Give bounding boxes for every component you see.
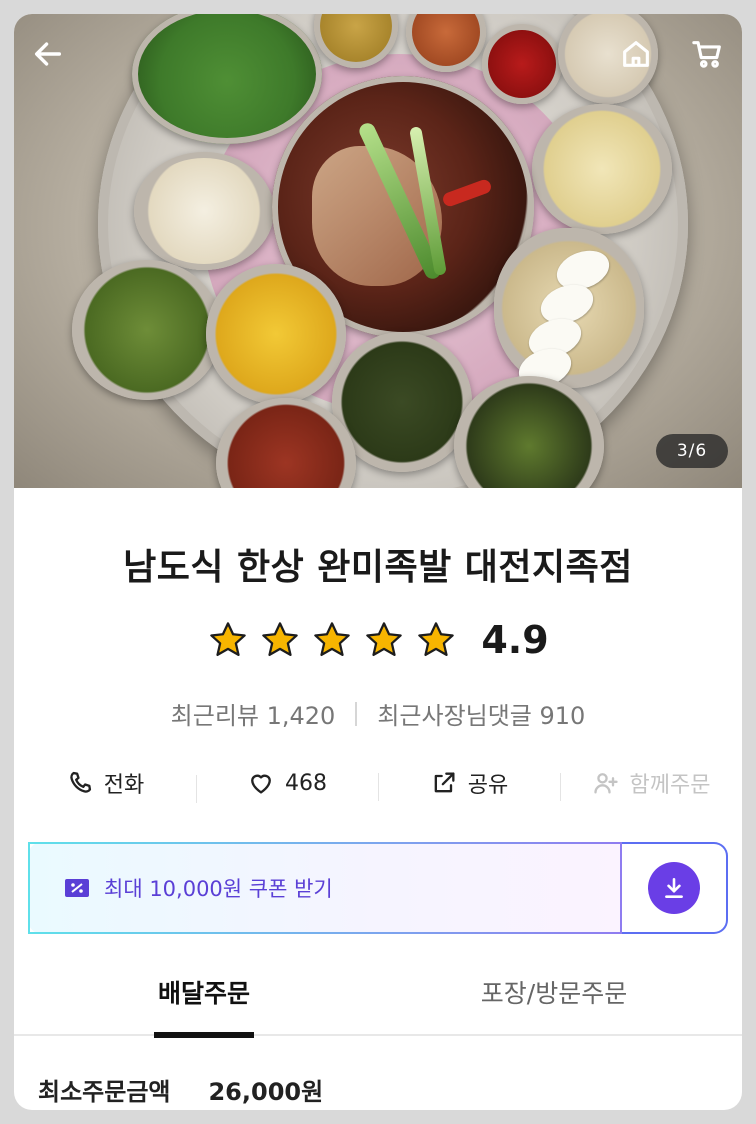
phone-icon xyxy=(70,771,91,793)
heart-icon xyxy=(251,774,271,794)
star-icon xyxy=(418,622,455,657)
recent-reviews-link[interactable]: 최근리뷰 1,420 xyxy=(171,696,336,731)
coupon-download-button[interactable] xyxy=(622,842,728,934)
home-icon xyxy=(623,41,649,67)
tab-delivery[interactable]: 배달주문 xyxy=(134,974,274,1038)
share-icon xyxy=(434,772,455,793)
store-name: 남도식 한상 완미족발 대전지족점 xyxy=(123,547,633,588)
download-icon xyxy=(665,878,683,898)
favorite-count: 468 xyxy=(285,770,327,796)
group-order-button[interactable]: 함께주문 xyxy=(560,767,742,801)
favorite-button[interactable]: 468 xyxy=(196,769,378,803)
download-circle xyxy=(648,862,700,914)
add-person-icon xyxy=(593,773,618,794)
call-label: 전화 xyxy=(103,773,145,798)
star-icon xyxy=(210,622,247,657)
store-action-bar: 전화 468 공유 함께주문 xyxy=(14,758,742,808)
photo-dish xyxy=(494,228,644,395)
coupon-text-area[interactable]: 최대 10,000원 쿠폰 받기 xyxy=(28,842,622,934)
star-icon xyxy=(314,622,351,657)
photo-dish xyxy=(206,264,346,404)
order-type-tabs: 배달주문 포장/방문주문 xyxy=(14,974,742,1038)
divider xyxy=(355,701,358,726)
rating-value: 4.9 xyxy=(481,618,549,662)
min-order-row: 최소주문금액 26,000원 xyxy=(38,1072,323,1107)
star-icon xyxy=(262,622,299,657)
tab-pickup[interactable]: 포장/방문주문 xyxy=(444,974,664,1036)
share-label: 공유 xyxy=(467,773,509,798)
photo-dish xyxy=(482,24,562,104)
store-detail-sheet: 3/6 남도식 한상 완미족발 대전지족점 4.9 최근리뷰 1,420 최근사… xyxy=(14,14,742,1110)
photo-page-indicator: 3/6 xyxy=(656,434,728,468)
photo-dish xyxy=(532,104,672,234)
owner-replies-link[interactable]: 최근사장님댓글 910 xyxy=(377,696,585,731)
arrow-left-icon xyxy=(34,42,62,66)
store-photo-carousel[interactable]: 3/6 xyxy=(14,14,742,488)
back-button[interactable] xyxy=(26,32,70,76)
min-order-label: 최소주문금액 xyxy=(38,1078,171,1106)
coupon-banner[interactable]: 최대 10,000원 쿠폰 받기 xyxy=(28,842,728,934)
rating-row[interactable]: 4.9 xyxy=(14,618,742,662)
share-button[interactable]: 공유 xyxy=(378,767,560,801)
min-order-value: 26,000원 xyxy=(208,1078,324,1106)
photo-dish xyxy=(72,260,222,400)
review-summary[interactable]: 최근리뷰 1,420 최근사장님댓글 910 xyxy=(14,696,742,731)
cart-icon xyxy=(692,41,721,68)
photo-dish xyxy=(134,152,274,270)
coupon-label: 최대 10,000원 쿠폰 받기 xyxy=(104,877,333,901)
call-button[interactable]: 전화 xyxy=(14,767,196,799)
cart-button[interactable] xyxy=(686,32,730,76)
coupon-icon xyxy=(65,879,89,897)
group-order-label: 함께주문 xyxy=(629,773,711,798)
star-icon xyxy=(366,622,403,657)
home-button[interactable] xyxy=(614,32,658,76)
